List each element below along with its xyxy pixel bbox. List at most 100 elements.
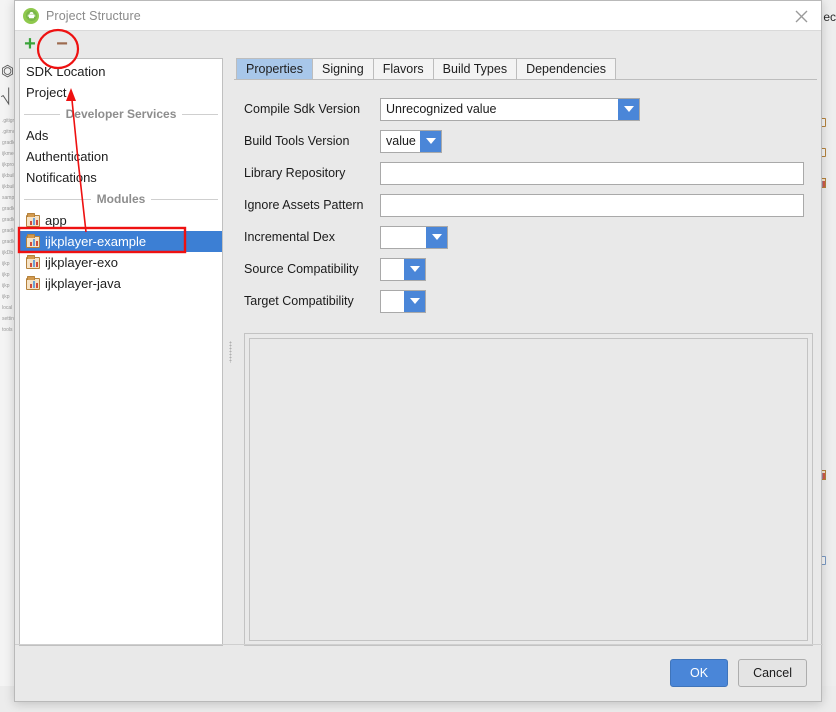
library-repository-label: Library Repository <box>244 166 346 180</box>
compile-sdk-version-combo[interactable]: Unrecognized value <box>380 97 640 121</box>
sidebar-item-label: Authentication <box>26 149 109 164</box>
detail-empty-panel <box>244 333 813 646</box>
section-rule-right <box>151 198 219 200</box>
tab-properties[interactable]: Properties <box>236 58 313 79</box>
sidebar-item-module-ijkplayer-java[interactable]: ijkplayer-java <box>20 273 222 294</box>
close-icon[interactable] <box>781 1 821 31</box>
module-label: ijkplayer-java <box>45 276 121 291</box>
sidebar-item-notifications[interactable]: Notifications <box>20 167 222 188</box>
library-repository-input[interactable] <box>380 161 804 185</box>
target-compatibility-value <box>381 291 404 312</box>
module-label: app <box>45 213 67 228</box>
section-rule-left <box>24 113 60 115</box>
sidebar-list[interactable]: SDK Location Project Developer Services … <box>19 58 223 646</box>
sidebar-item-ads[interactable]: Ads <box>20 125 222 146</box>
background-right-label: ec <box>823 10 836 24</box>
sidebar-item-sdk-location[interactable]: SDK Location <box>20 61 222 82</box>
chevron-down-icon[interactable] <box>618 98 639 120</box>
background-glyph-2: ⎷ <box>1 88 11 105</box>
incremental-dex-label: Incremental Dex <box>244 230 336 244</box>
sidebar-item-authentication[interactable]: Authentication <box>20 146 222 167</box>
form-row-incremental-dex: Incremental Dex <box>244 221 815 253</box>
tab-label: Flavors <box>382 62 424 76</box>
splitter-grip-icon <box>229 341 232 363</box>
target-compatibility-label: Target Compatibility <box>244 294 354 308</box>
tab-label: Build Types <box>442 62 508 76</box>
section-rule-right <box>182 113 218 115</box>
form-row-compile-sdk-version: Compile Sdk Version Unrecognized value <box>244 93 815 125</box>
tab-label: Dependencies <box>526 62 606 76</box>
ignore-assets-pattern-input[interactable] <box>380 193 804 217</box>
sidebar-item-project[interactable]: Project <box>20 82 222 103</box>
compile-sdk-version-label: Compile Sdk Version <box>244 102 361 116</box>
build-tools-version-value: value <box>386 133 416 148</box>
tab-label: Signing <box>321 62 364 76</box>
background-tree-item: ijkp <box>2 272 10 278</box>
module-label: ijkplayer-exo <box>45 255 118 270</box>
dialog-body: SDK Location Project Developer Services … <box>15 58 823 646</box>
sidebar-item-module-ijkplayer-example[interactable]: ijkplayer-example <box>20 231 222 252</box>
source-compatibility-combo[interactable] <box>380 257 426 281</box>
sidebar-item-label: Notifications <box>26 170 97 185</box>
sidebar-item-module-app[interactable]: app <box>20 210 222 231</box>
android-module-icon <box>26 254 40 269</box>
source-compatibility-value <box>381 259 404 280</box>
module-label: ijkplayer-example <box>45 234 147 249</box>
tab-label: Properties <box>246 62 303 76</box>
ignore-assets-pattern-label: Ignore Assets Pattern <box>244 198 364 212</box>
chevron-down-icon[interactable] <box>420 130 441 152</box>
cancel-button-label: Cancel <box>753 666 792 680</box>
detail-empty-inner <box>249 338 808 641</box>
source-compatibility-label: Source Compatibility <box>244 262 359 276</box>
sidebar-item-module-ijkplayer-exo[interactable]: ijkplayer-exo <box>20 252 222 273</box>
build-tools-version-label: Build Tools Version <box>244 134 350 148</box>
form-row-library-repository: Library Repository <box>244 157 815 189</box>
chevron-down-icon[interactable] <box>426 226 447 248</box>
cancel-button[interactable]: Cancel <box>738 659 807 687</box>
background-tree-item: local <box>2 305 13 311</box>
add-module-button[interactable]: + <box>19 33 41 55</box>
build-tools-version-combo[interactable]: value <box>380 129 442 153</box>
form-row-source-compatibility: Source Compatibility <box>244 253 815 285</box>
tab-build-types[interactable]: Build Types <box>432 58 518 79</box>
section-rule-left <box>24 198 91 200</box>
android-module-icon <box>26 233 40 248</box>
android-icon <box>23 7 39 24</box>
project-structure-dialog: Project Structure + − SDK Location Proje… <box>14 0 823 702</box>
sidebar-item-label: Project <box>26 85 67 100</box>
tab-dependencies[interactable]: Dependencies <box>516 58 616 79</box>
compile-sdk-version-value: Unrecognized value <box>386 101 497 116</box>
background-tree-item: ijkp <box>2 294 10 300</box>
background-tree-item: ijkp <box>2 261 10 267</box>
sidebar-container: SDK Location Project Developer Services … <box>15 58 227 646</box>
android-module-icon <box>26 275 40 290</box>
background-tree-item: ijkp <box>2 283 10 289</box>
section-title: Developer Services <box>65 107 177 121</box>
sidebar-toolbar: + − <box>15 31 821 57</box>
sidebar-section-developer-services: Developer Services <box>20 103 222 125</box>
properties-form: Compile Sdk Version Unrecognized value B… <box>234 80 817 317</box>
chevron-down-icon[interactable] <box>404 258 425 280</box>
dialog-titlebar: Project Structure <box>15 1 821 31</box>
background-tree-item: tools <box>2 327 13 333</box>
chevron-down-icon[interactable] <box>404 290 425 312</box>
background-tree-item: ijkDb <box>2 250 14 256</box>
panel-splitter[interactable] <box>227 58 234 646</box>
sidebar-section-modules: Modules <box>20 188 222 210</box>
tab-bar: Properties Signing Flavors Build Types D… <box>234 58 817 80</box>
ok-button[interactable]: OK <box>670 659 729 687</box>
background-tree-item: settin <box>2 316 14 322</box>
target-compatibility-combo[interactable] <box>380 289 426 313</box>
android-module-icon <box>26 212 40 227</box>
incremental-dex-combo[interactable] <box>380 225 448 249</box>
incremental-dex-value <box>381 227 426 248</box>
ok-button-label: OK <box>690 666 709 680</box>
form-row-ignore-assets-pattern: Ignore Assets Pattern <box>244 189 815 221</box>
form-row-build-tools-version: Build Tools Version value <box>244 125 815 157</box>
background-glyph-1: ⏣ <box>1 63 15 80</box>
dialog-footer: OK Cancel <box>15 644 823 701</box>
remove-module-button[interactable]: − <box>51 33 73 55</box>
tab-signing[interactable]: Signing <box>311 58 374 79</box>
sidebar-item-label: Ads <box>26 128 49 143</box>
tab-flavors[interactable]: Flavors <box>372 58 434 79</box>
